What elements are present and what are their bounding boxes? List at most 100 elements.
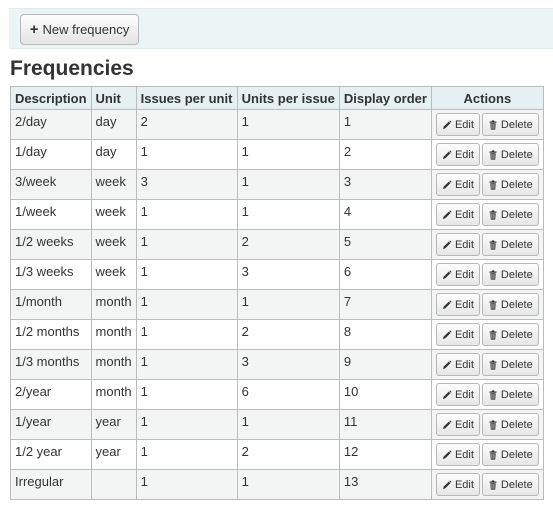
edit-button[interactable]: Edit xyxy=(435,263,480,286)
column-header-units-per-issue[interactable]: Units per issue xyxy=(236,86,340,110)
issues-per-unit-cell: 2 xyxy=(135,109,238,140)
units-per-issue-cell: 2 xyxy=(236,319,340,350)
delete-button[interactable]: Delete xyxy=(481,233,539,256)
units-per-issue-cell: 3 xyxy=(236,349,340,380)
edit-label: Edit xyxy=(454,268,474,281)
table-row: 1/month month 1 1 7 Edit Delete xyxy=(10,289,544,320)
trash-icon xyxy=(488,269,498,280)
delete-button[interactable]: Delete xyxy=(481,353,539,376)
edit-button[interactable]: Edit xyxy=(435,173,480,196)
delete-button[interactable]: Delete xyxy=(481,473,539,496)
description-cell: 1/day xyxy=(10,139,92,170)
description-cell: 1/2 months xyxy=(10,319,92,350)
unit-cell: day xyxy=(90,109,137,140)
pencil-icon xyxy=(442,419,452,430)
actions-cell: Edit Delete xyxy=(430,319,544,350)
column-header-description[interactable]: Description xyxy=(10,86,92,110)
issues-per-unit-cell: 1 xyxy=(135,319,238,350)
edit-button[interactable]: Edit xyxy=(435,233,480,256)
display-order-cell: 6 xyxy=(338,259,432,290)
actions-cell: Edit Delete xyxy=(430,349,544,380)
delete-button[interactable]: Delete xyxy=(481,143,539,166)
delete-label: Delete xyxy=(500,118,533,131)
delete-button[interactable]: Delete xyxy=(481,293,539,316)
table-header-row: Description Unit Issues per unit Units p… xyxy=(10,86,544,110)
edit-button[interactable]: Edit xyxy=(435,353,480,376)
delete-button[interactable]: Delete xyxy=(481,413,539,436)
delete-button[interactable]: Delete xyxy=(481,203,539,226)
edit-button[interactable]: Edit xyxy=(435,413,480,436)
unit-cell: week xyxy=(90,169,137,200)
table-row: 1/year year 1 1 11 Edit Delete xyxy=(10,409,544,440)
table-row: 1/3 weeks week 1 3 6 Edit Delete xyxy=(10,259,544,290)
delete-label: Delete xyxy=(500,298,533,311)
unit-cell: year xyxy=(90,439,137,470)
new-frequency-label: New frequency xyxy=(42,22,130,37)
units-per-issue-cell: 2 xyxy=(236,229,340,260)
actions-cell: Edit Delete xyxy=(430,289,544,320)
description-cell: 1/3 months xyxy=(10,349,92,380)
page-title: Frequencies xyxy=(10,57,134,80)
delete-button[interactable]: Delete xyxy=(481,443,539,466)
delete-button[interactable]: Delete xyxy=(481,113,539,136)
issues-per-unit-cell: 1 xyxy=(135,379,238,410)
delete-button[interactable]: Delete xyxy=(481,263,539,286)
table-row: 2/day day 2 1 1 Edit Delete xyxy=(10,109,544,140)
description-cell: 1/year xyxy=(10,409,92,440)
trash-icon xyxy=(488,419,498,430)
description-cell: 1/2 weeks xyxy=(10,229,92,260)
edit-button[interactable]: Edit xyxy=(435,323,480,346)
pencil-icon xyxy=(442,179,452,190)
units-per-issue-cell: 3 xyxy=(236,259,340,290)
edit-label: Edit xyxy=(454,328,474,341)
actions-cell: Edit Delete xyxy=(430,259,544,290)
trash-icon xyxy=(488,119,498,130)
edit-label: Edit xyxy=(454,208,474,221)
edit-button[interactable]: Edit xyxy=(435,113,480,136)
trash-icon xyxy=(488,449,498,460)
delete-button[interactable]: Delete xyxy=(481,323,539,346)
edit-button[interactable]: Edit xyxy=(435,383,480,406)
unit-cell: day xyxy=(90,139,137,170)
table-row: 1/2 year year 1 2 12 Edit Delete xyxy=(10,439,544,470)
edit-label: Edit xyxy=(454,448,474,461)
display-order-cell: 3 xyxy=(338,169,432,200)
new-frequency-button[interactable]: + New frequency xyxy=(20,14,139,45)
display-order-cell: 2 xyxy=(338,139,432,170)
delete-label: Delete xyxy=(500,328,533,341)
delete-button[interactable]: Delete xyxy=(481,383,539,406)
delete-label: Delete xyxy=(500,448,533,461)
frequencies-table: Description Unit Issues per unit Units p… xyxy=(10,86,544,500)
description-cell: 1/3 weeks xyxy=(10,259,92,290)
table-row: 1/day day 1 1 2 Edit Delete xyxy=(10,139,544,170)
actions-cell: Edit Delete xyxy=(430,409,544,440)
edit-button[interactable]: Edit xyxy=(435,473,480,496)
description-cell: 2/day xyxy=(10,109,92,140)
column-header-display-order[interactable]: Display order xyxy=(338,86,432,110)
display-order-cell: 4 xyxy=(338,199,432,230)
description-cell: 1/week xyxy=(10,199,92,230)
edit-button[interactable]: Edit xyxy=(435,443,480,466)
table-row: 1/week week 1 1 4 Edit Delete xyxy=(10,199,544,230)
description-cell: Irregular xyxy=(10,469,92,500)
edit-button[interactable]: Edit xyxy=(435,143,480,166)
issues-per-unit-cell: 1 xyxy=(135,469,238,500)
units-per-issue-cell: 1 xyxy=(236,109,340,140)
issues-per-unit-cell: 1 xyxy=(135,139,238,170)
pencil-icon xyxy=(442,149,452,160)
column-header-unit[interactable]: Unit xyxy=(90,86,137,110)
edit-label: Edit xyxy=(454,388,474,401)
edit-label: Edit xyxy=(454,358,474,371)
pencil-icon xyxy=(442,269,452,280)
delete-label: Delete xyxy=(500,208,533,221)
unit-cell: month xyxy=(90,379,137,410)
column-header-issues-per-unit[interactable]: Issues per unit xyxy=(135,86,238,110)
display-order-cell: 11 xyxy=(338,409,432,440)
delete-button[interactable]: Delete xyxy=(481,173,539,196)
pencil-icon xyxy=(442,479,452,490)
edit-label: Edit xyxy=(454,298,474,311)
unit-cell: year xyxy=(90,409,137,440)
actions-cell: Edit Delete xyxy=(430,439,544,470)
edit-button[interactable]: Edit xyxy=(435,293,480,316)
edit-button[interactable]: Edit xyxy=(435,203,480,226)
